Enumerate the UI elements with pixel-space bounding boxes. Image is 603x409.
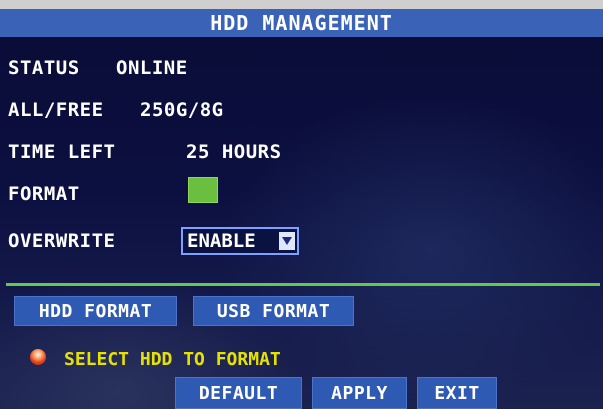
format-label: FORMAT [8,183,80,205]
status-led-icon [30,349,46,365]
usb-format-button[interactable]: USB FORMAT [193,296,354,326]
format-checkbox[interactable] [188,177,218,203]
time-left-row: TIME LEFT 25 HOURS [8,139,282,165]
exit-button[interactable]: EXIT [417,377,497,409]
overwrite-row: OVERWRITE [8,228,115,254]
overwrite-select-value: ENABLE [187,230,256,252]
status-label: STATUS [8,57,80,79]
all-free-row: ALL/FREE 250G/8G [8,97,224,123]
section-divider [6,283,600,286]
overwrite-label: OVERWRITE [8,230,116,252]
status-value: ONLINE [116,57,188,79]
all-free-label: ALL/FREE [8,99,104,121]
status-row: STATUS ONLINE [8,55,188,81]
format-row: FORMAT [8,181,80,207]
apply-button[interactable]: APPLY [312,377,407,409]
hdd-management-screen: HDD MANAGEMENT STATUS ONLINE ALL/FREE 25… [0,9,603,409]
time-left-value: 25 HOURS [186,141,282,163]
window-title: HDD MANAGEMENT [0,9,603,37]
format-hint: SELECT HDD TO FORMAT [64,348,281,370]
overwrite-select[interactable]: ENABLE [181,227,299,255]
time-left-label: TIME LEFT [8,141,116,163]
all-free-value: 250G/8G [140,99,224,121]
dropdown-arrow-icon[interactable] [279,232,295,250]
default-button[interactable]: DEFAULT [175,377,302,409]
screen-bezel-strip [0,0,603,9]
hdd-format-button[interactable]: HDD FORMAT [14,296,177,326]
